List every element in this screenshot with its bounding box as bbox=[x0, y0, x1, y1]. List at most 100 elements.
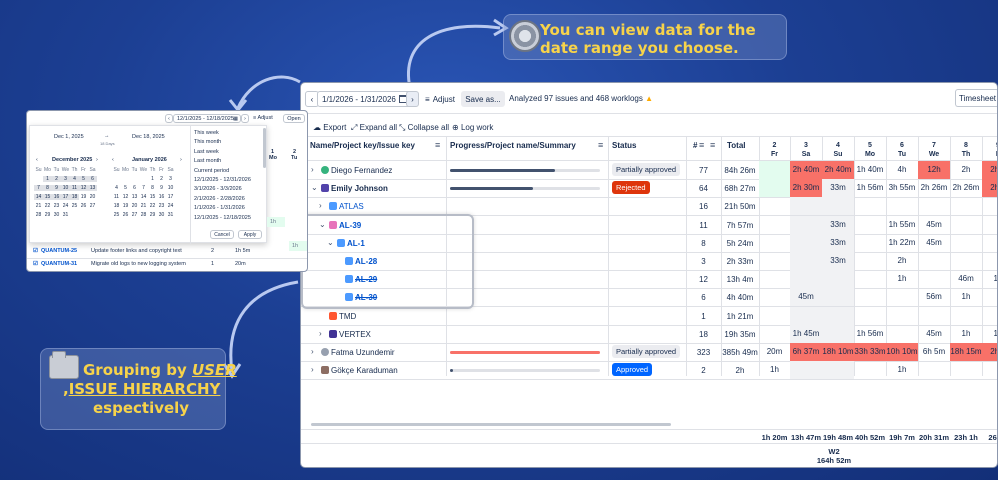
day-cell[interactable] bbox=[790, 233, 822, 252]
calendar-day[interactable]: 31 bbox=[61, 212, 70, 218]
day-cell[interactable]: 46m bbox=[950, 270, 982, 288]
calendar-day[interactable]: 25 bbox=[70, 203, 79, 209]
day-cell[interactable]: 2h 40m bbox=[790, 161, 822, 179]
calendar-day[interactable]: 23 bbox=[157, 203, 166, 209]
preset-item[interactable]: This week bbox=[194, 130, 219, 136]
chevron-right-icon[interactable]: › bbox=[311, 347, 314, 356]
day-cell[interactable] bbox=[950, 361, 982, 379]
day-cell[interactable] bbox=[759, 197, 790, 215]
calendar-day[interactable]: 8 bbox=[148, 185, 157, 191]
day-cell[interactable]: 4h bbox=[886, 161, 918, 179]
calendar-day[interactable]: 30 bbox=[52, 212, 61, 218]
day-cell[interactable] bbox=[759, 234, 790, 252]
calendar-day[interactable]: 13 bbox=[88, 185, 97, 191]
day-cell[interactable] bbox=[822, 288, 854, 307]
adjust-button[interactable]: ≡ Adjust bbox=[421, 91, 459, 107]
day-cell[interactable] bbox=[918, 252, 950, 270]
day-cell[interactable] bbox=[790, 361, 822, 380]
day-cell[interactable]: 45m bbox=[790, 288, 822, 307]
day-cell[interactable] bbox=[790, 306, 822, 325]
preset-item[interactable]: This month bbox=[194, 139, 221, 145]
calendar-day[interactable]: 1 bbox=[43, 176, 52, 182]
issue-key[interactable]: QUANTUM-25 bbox=[41, 248, 77, 254]
prev-month-button[interactable]: ‹ bbox=[36, 157, 38, 163]
calendar-day[interactable]: 16 bbox=[157, 194, 166, 200]
name-col-header[interactable]: Name/Project key/Issue key bbox=[310, 141, 415, 150]
calendar-day[interactable]: 14 bbox=[139, 194, 148, 200]
day-cell[interactable]: 2h bbox=[950, 161, 982, 179]
day-cell[interactable] bbox=[854, 361, 886, 379]
calendar-day[interactable]: 31 bbox=[166, 212, 175, 218]
calendar-day[interactable]: 10 bbox=[166, 185, 175, 191]
calendar-day[interactable]: 20 bbox=[88, 194, 97, 200]
calendar-day[interactable]: 4 bbox=[112, 185, 121, 191]
calendar-day[interactable]: 29 bbox=[43, 212, 52, 218]
collapse-all-button[interactable]: ⤡ Collapse all bbox=[399, 123, 449, 133]
calendar-day[interactable]: 21 bbox=[139, 203, 148, 209]
calendar-day[interactable]: 18 bbox=[112, 203, 121, 209]
day-cell[interactable] bbox=[918, 307, 950, 325]
horizontal-scrollbar[interactable] bbox=[311, 423, 671, 426]
calendar-day[interactable]: 11 bbox=[70, 185, 79, 191]
calendar-day[interactable]: 9 bbox=[52, 185, 61, 191]
day-cell[interactable] bbox=[759, 307, 790, 325]
calendar-day[interactable]: 2 bbox=[52, 176, 61, 182]
date-range-field[interactable]: 12/1/2025 - 12/18/2025 ▦ bbox=[173, 114, 241, 123]
save-as-button[interactable]: Save as... bbox=[461, 91, 505, 107]
calendar-day[interactable]: 2 bbox=[157, 176, 166, 182]
day-cell[interactable] bbox=[982, 234, 997, 252]
calendar-day[interactable]: 15 bbox=[148, 194, 157, 200]
day-cell[interactable]: 1h bbox=[950, 325, 982, 343]
calendar-day[interactable]: 28 bbox=[34, 212, 43, 218]
day-cell[interactable] bbox=[759, 270, 790, 288]
day-cell[interactable] bbox=[950, 234, 982, 252]
day-cell[interactable]: 1h bbox=[982, 325, 997, 343]
calendar-day[interactable]: 26 bbox=[121, 212, 130, 218]
day-cell[interactable]: 1h 40m bbox=[854, 161, 886, 179]
calendar-day[interactable]: 21 bbox=[34, 203, 43, 209]
day-cell[interactable] bbox=[918, 361, 950, 379]
day-cell[interactable] bbox=[790, 252, 822, 270]
day-cell[interactable] bbox=[854, 216, 886, 234]
count-col-header[interactable]: # bbox=[693, 141, 697, 150]
calendar-day[interactable]: 23 bbox=[52, 203, 61, 209]
apply-button[interactable]: Apply bbox=[238, 230, 262, 239]
day-cell[interactable] bbox=[822, 324, 854, 343]
preset-item[interactable]: 12/1/2025 - 12/18/2025 bbox=[194, 215, 251, 221]
prev-range-button[interactable]: ‹ bbox=[165, 114, 173, 123]
export-button[interactable]: ☁ Export bbox=[313, 123, 346, 132]
chevron-right-icon[interactable]: › bbox=[311, 365, 314, 374]
issue-key[interactable]: ☑ bbox=[33, 261, 38, 267]
day-cell[interactable] bbox=[854, 307, 886, 325]
calendar-day[interactable]: 26 bbox=[79, 203, 88, 209]
day-cell[interactable]: 6h 5m bbox=[918, 343, 950, 361]
day-cell[interactable]: 45m bbox=[918, 325, 950, 343]
day-cell[interactable]: 3h 55m bbox=[886, 179, 918, 197]
calendar-day[interactable]: 27 bbox=[130, 212, 139, 218]
status-col-header[interactable]: Status bbox=[612, 141, 636, 150]
day-cell[interactable] bbox=[918, 270, 950, 288]
calendar-day[interactable]: 28 bbox=[139, 212, 148, 218]
expand-all-button[interactable]: ⤢ Expand all bbox=[351, 123, 397, 133]
calendar-day[interactable]: 27 bbox=[88, 203, 97, 209]
calendar-day[interactable]: 3 bbox=[166, 176, 175, 182]
calendar-day[interactable]: 19 bbox=[79, 194, 88, 200]
day-cell[interactable] bbox=[822, 197, 854, 216]
day-cell[interactable] bbox=[759, 288, 790, 306]
day-cell[interactable] bbox=[982, 288, 997, 306]
day-cell[interactable]: 1h bbox=[886, 361, 918, 379]
calendar-day[interactable]: 11 bbox=[112, 194, 121, 200]
calendar-day[interactable]: 5 bbox=[121, 185, 130, 191]
total-col-header[interactable]: Total bbox=[727, 141, 746, 150]
day-cell[interactable]: 45m bbox=[918, 234, 950, 252]
day-cell[interactable]: 6h 37m bbox=[790, 343, 822, 361]
day-cell[interactable] bbox=[918, 197, 950, 215]
day-cell[interactable] bbox=[854, 197, 886, 215]
next-month-button[interactable]: › bbox=[180, 157, 182, 163]
day-cell[interactable]: 33m bbox=[822, 179, 854, 198]
day-cell[interactable] bbox=[790, 197, 822, 216]
next-range-button[interactable]: › bbox=[241, 114, 249, 123]
day-cell[interactable]: 1h bbox=[982, 270, 997, 288]
chevron-right-icon[interactable]: › bbox=[319, 329, 322, 338]
day-cell[interactable] bbox=[886, 307, 918, 325]
